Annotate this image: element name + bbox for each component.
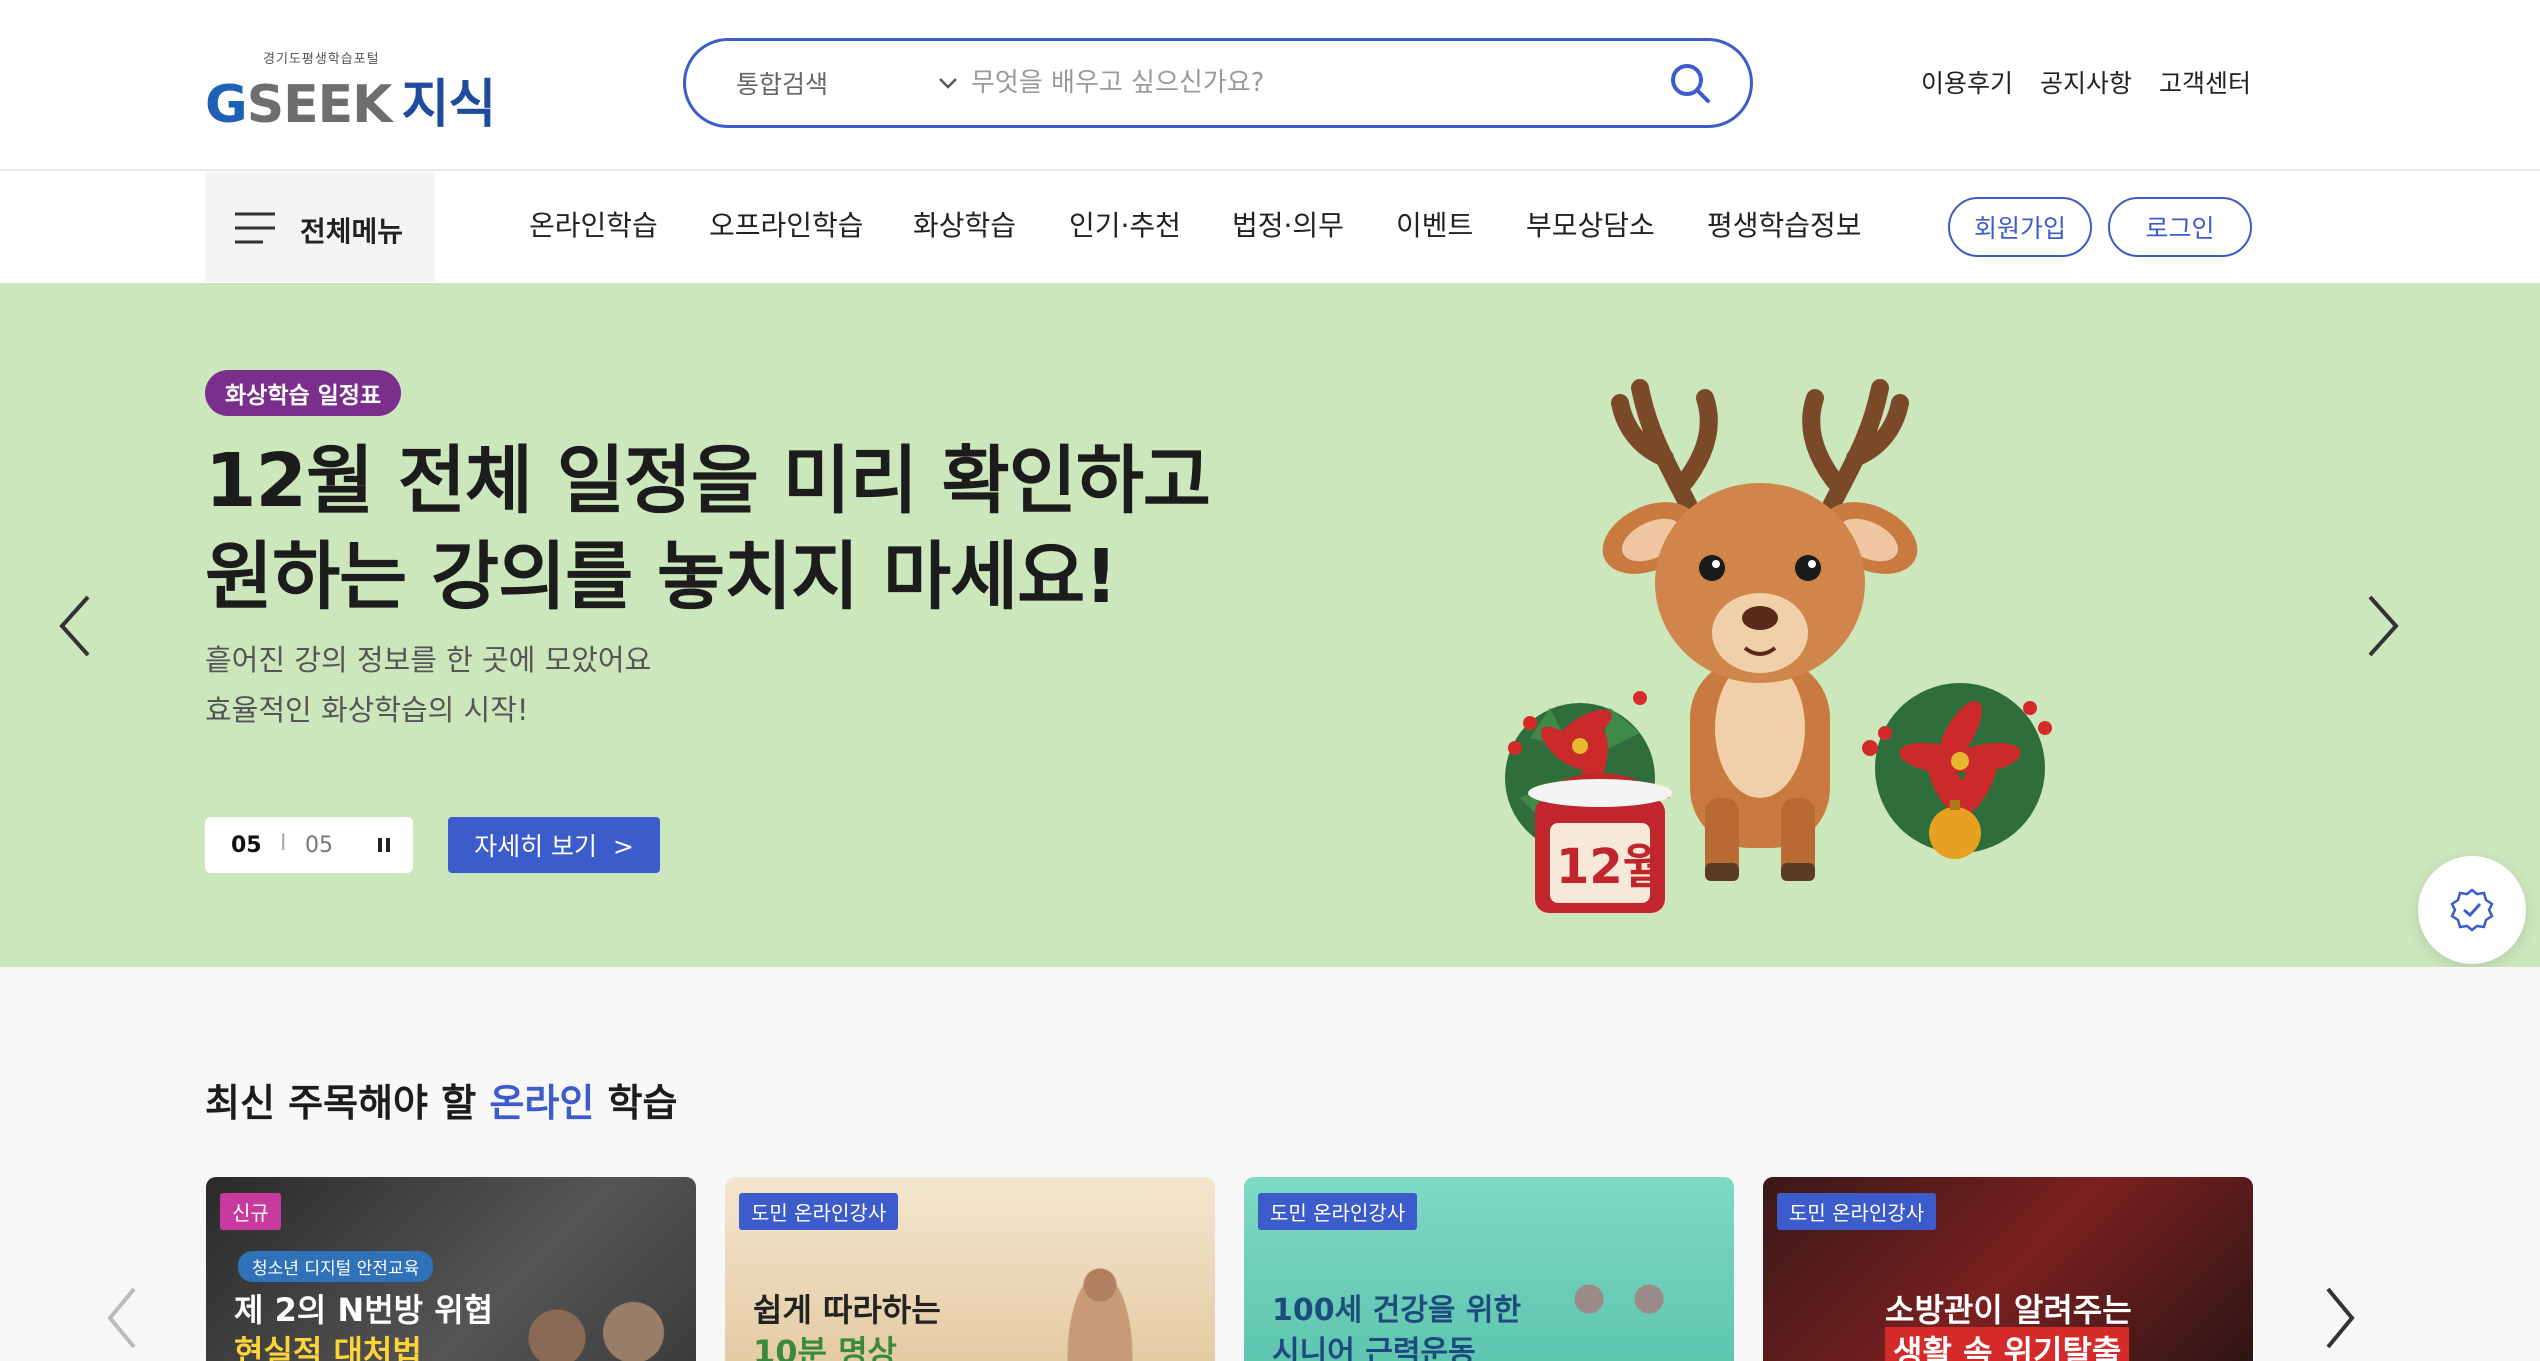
hero-badge: 화상학습 일정표 — [205, 370, 402, 416]
reindeer-illustration: 12월 — [1505, 379, 2052, 913]
card-subtag: 청소년 디지털 안전교육 — [238, 1251, 434, 1282]
nav-item-info[interactable]: 평생학습정보 — [1707, 204, 1862, 244]
course-card[interactable]: 신규 청소년 디지털 안전교육 제 2의 N번방 위협 현실적 대처법 — [206, 1177, 696, 1361]
calendar-label: 12월 — [1556, 839, 1667, 895]
badge-button[interactable] — [2418, 856, 2526, 964]
nav-item-online[interactable]: 온라인학습 — [529, 204, 658, 244]
course-card[interactable]: 도민 온라인강사 100세 건강을 위한 시니어 근력운동 — [1244, 1177, 1734, 1361]
card-title-line1: 제 2의 N번방 위협 — [234, 1291, 494, 1329]
nav-item-legal[interactable]: 법정·의무 — [1232, 204, 1344, 244]
course-card[interactable]: 도민 온라인강사 쉽게 따라하는 10분 명상 — [725, 1177, 1215, 1361]
hero-banner: 화상학습 일정표 12월 전체 일정을 미리 확인하고 원하는 강의를 놓치지 … — [0, 283, 2540, 967]
pause-icon[interactable] — [377, 837, 391, 853]
card-presenters-image — [506, 1272, 676, 1361]
util-link-notice[interactable]: 공지사항 — [2040, 64, 2132, 100]
search-icon[interactable] — [1666, 59, 1714, 107]
nav-item-popular[interactable]: 인기·추천 — [1069, 204, 1181, 244]
hamburger-icon — [235, 212, 275, 244]
online-learning-section: 최신 주목해야 할 온라인 학습 신규 청소년 디지털 안전교육 제 2의 N번… — [0, 967, 2540, 1361]
slide-total: 05 — [305, 833, 333, 858]
slide-counter: 05 I 05 — [205, 817, 413, 873]
logo-wordmark: GSEEK 지식 — [205, 75, 496, 135]
course-card[interactable]: 도민 온라인강사 소방관이 알려주는 생활 속 위기탈출 — [1763, 1177, 2253, 1361]
card-title-line1: 소방관이 알려주는 — [1885, 1291, 2132, 1329]
card-meditation-image — [1065, 1267, 1135, 1361]
nav-item-event[interactable]: 이벤트 — [1396, 204, 1473, 244]
card-title-line2: 10분 명상 — [753, 1333, 897, 1361]
nav-item-video[interactable]: 화상학습 — [913, 204, 1016, 244]
card-exercise-image — [1544, 1277, 1694, 1361]
award-badge-icon — [2450, 888, 2494, 932]
chevron-right-icon[interactable] — [2362, 591, 2406, 661]
all-menu-label: 전체메뉴 — [300, 215, 404, 248]
chevron-down-icon — [939, 78, 957, 89]
login-button[interactable]: 로그인 — [2108, 197, 2252, 257]
search-category-label: 통합검색 — [736, 70, 829, 99]
card-tag: 도민 온라인강사 — [1777, 1193, 1937, 1230]
nav-item-offline[interactable]: 오프라인학습 — [709, 204, 864, 244]
slide-current: 05 — [231, 833, 262, 858]
util-link-reviews[interactable]: 이용후기 — [1921, 64, 2013, 100]
card-tag: 신규 — [220, 1193, 281, 1230]
util-link-support[interactable]: 고객센터 — [2159, 64, 2251, 100]
card-title-line2: 시니어 근력운동 — [1272, 1335, 1476, 1361]
card-tag: 도민 온라인강사 — [739, 1193, 899, 1230]
card-title-line1: 100세 건강을 위한 — [1272, 1293, 1522, 1328]
slide-separator: I — [280, 831, 287, 856]
card-tag: 도민 온라인강사 — [1258, 1193, 1418, 1230]
search-category-select[interactable]: 통합검색 — [736, 41, 957, 125]
signup-button[interactable]: 회원가입 — [1948, 197, 2092, 257]
hero-title: 12월 전체 일정을 미리 확인하고 원하는 강의를 놓치지 마세요! — [205, 438, 1211, 620]
chevron-left-icon[interactable] — [52, 591, 96, 661]
card-title-line1: 쉽게 따라하는 — [753, 1291, 941, 1329]
carousel-next-icon[interactable] — [2322, 1285, 2358, 1351]
search-bar: 통합검색 — [683, 38, 1753, 128]
card-title-line2: 생활 속 위기탈출 — [1885, 1327, 2130, 1361]
hero-more-button[interactable]: 자세히 보기 > — [448, 817, 660, 873]
nav-item-parent[interactable]: 부모상담소 — [1526, 204, 1655, 244]
site-logo[interactable]: 경기도평생학습포털 GSEEK 지식 — [205, 48, 496, 135]
carousel-prev-icon[interactable] — [104, 1285, 140, 1351]
header: 경기도평생학습포털 GSEEK지식 통합검색 이용후기 공지사항 고객센터 — [0, 0, 2540, 171]
hero-description: 흩어진 강의 정보를 한 곳에 모았어요 효율적인 화상학습의 시작! — [205, 643, 652, 727]
section-title: 최신 주목해야 할 온라인 학습 — [205, 1081, 678, 1125]
card-title-line2: 현실적 대처법 — [234, 1333, 422, 1361]
search-input[interactable] — [971, 59, 1621, 107]
all-menu-button[interactable]: 전체메뉴 — [205, 172, 435, 282]
